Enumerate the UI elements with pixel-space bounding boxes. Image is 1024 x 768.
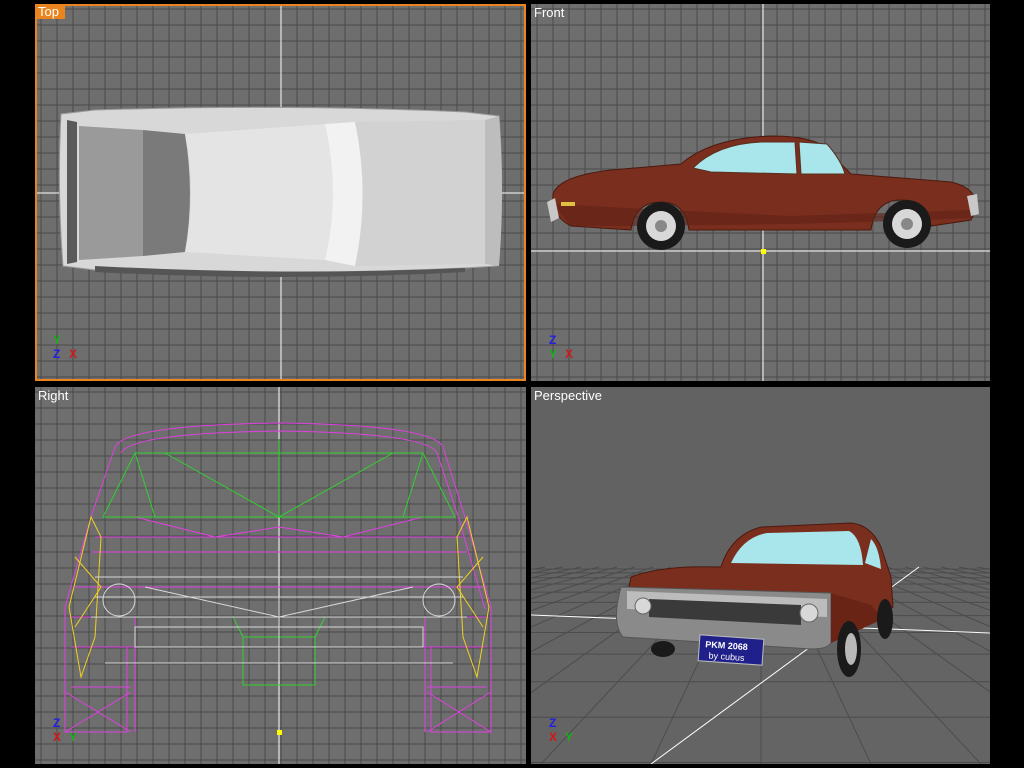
pivot-point[interactable] xyxy=(277,730,282,735)
car-wireframe-model[interactable] xyxy=(64,422,492,733)
axis-label: X xyxy=(549,730,558,744)
top-view-canvas[interactable] xyxy=(35,4,526,381)
axis-label: Y xyxy=(69,730,78,744)
axis-label: Z xyxy=(53,716,61,730)
car-top-model[interactable] xyxy=(58,106,503,277)
axis-tripod-perspective: Z X Y xyxy=(545,716,585,744)
axis-tripod-right: Z X Y xyxy=(49,716,89,744)
viewport-front[interactable]: Front Z Y X xyxy=(531,4,990,381)
viewport-perspective[interactable]: PKM 2068 by cubus Perspective Z X Y xyxy=(531,387,990,764)
pivot-point[interactable] xyxy=(761,249,766,254)
axis-label: Y xyxy=(565,730,574,744)
axis-label: Z xyxy=(53,347,61,361)
axis-label: Z xyxy=(549,333,557,347)
axis-label: X xyxy=(53,730,62,744)
axis-tripod-top: Y Z X xyxy=(49,333,89,361)
viewport-top[interactable]: Top Y Z X xyxy=(35,4,526,381)
viewport-label-right[interactable]: Right xyxy=(38,388,68,403)
viewport-label-perspective[interactable]: Perspective xyxy=(534,388,602,403)
axis-tripod-front: Z Y X xyxy=(545,333,585,361)
axis-label: Z xyxy=(549,716,557,730)
axis-label: Y xyxy=(549,347,558,361)
viewport-right[interactable]: Right Z X Y xyxy=(35,387,526,764)
right-view-canvas[interactable] xyxy=(35,387,526,764)
perspective-view-canvas[interactable]: PKM 2068 by cubus xyxy=(531,387,990,764)
front-view-canvas[interactable] xyxy=(531,4,990,381)
axis-label: Y xyxy=(53,333,62,347)
axis-label: X xyxy=(565,347,574,361)
viewport-label-front[interactable]: Front xyxy=(534,5,564,20)
viewport-label-top[interactable]: Top xyxy=(35,4,65,19)
axis-label: X xyxy=(69,347,78,361)
